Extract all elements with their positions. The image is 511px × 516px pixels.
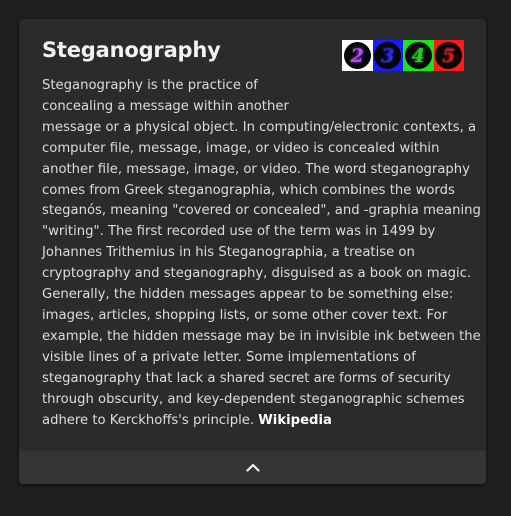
image-thumbnail[interactable]: 4 — [403, 40, 434, 71]
image-thumbnail[interactable]: 3 — [372, 40, 403, 71]
steganography-example-2-icon: 2 — [350, 44, 364, 67]
description-text: message or a physical object. In computi… — [42, 119, 481, 428]
collapse-button[interactable] — [19, 451, 486, 484]
image-thumbnail[interactable]: 2 — [342, 40, 373, 71]
description-line: concealing a message within another — [42, 98, 289, 114]
wikipedia-link[interactable]: Wikipedia — [258, 413, 332, 428]
panel-body: Steganography 2 3 4 5 Steganography is t… — [19, 19, 486, 451]
description-line: Steganography is the practice of — [42, 78, 258, 93]
image-strip: 2 3 4 5 — [342, 40, 464, 71]
panel-title: Steganography — [42, 38, 221, 62]
image-thumbnail[interactable]: 5 — [433, 40, 464, 71]
chevron-up-icon — [245, 463, 260, 472]
steganography-example-3-icon: 3 — [381, 44, 395, 67]
steganography-example-4-icon: 4 — [411, 44, 425, 67]
panel-description: Steganography is the practice of conceal… — [42, 76, 486, 431]
knowledge-panel: Steganography 2 3 4 5 Steganography is t… — [19, 19, 486, 484]
steganography-example-5-icon: 5 — [442, 44, 456, 67]
